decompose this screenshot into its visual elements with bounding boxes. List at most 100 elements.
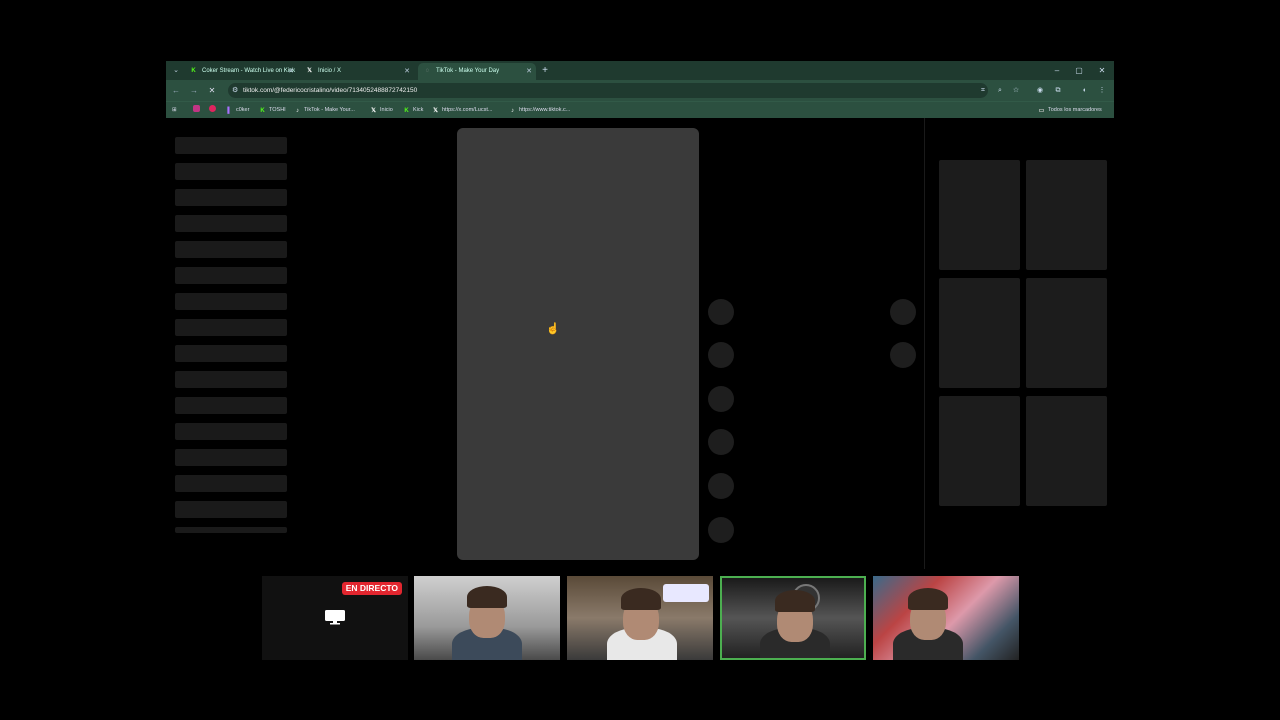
tab-label: Inicio / X bbox=[318, 68, 342, 74]
youtube-icon bbox=[209, 105, 216, 112]
tab-inicio-x[interactable]: 𝕏 Inicio / X ✕ bbox=[300, 63, 414, 80]
bookmark-youtube[interactable] bbox=[209, 102, 219, 118]
skeleton-nav-item bbox=[175, 501, 287, 518]
skeleton-nav-item bbox=[175, 215, 287, 232]
site-info-icon[interactable]: ⚙ bbox=[232, 83, 238, 98]
bookmark-kick[interactable]: K Kick bbox=[403, 102, 423, 118]
tab-bar: ⌄ K Coker Stream - Watch Live on Kick ✕ … bbox=[166, 61, 1114, 80]
webcam-feed-selected[interactable] bbox=[720, 576, 866, 660]
x-icon: 𝕏 bbox=[433, 108, 438, 114]
bookmark-instagram[interactable] bbox=[193, 102, 203, 118]
skeleton-nav-up-button bbox=[890, 299, 916, 325]
bookmark-toshi[interactable]: K TOSHI bbox=[259, 102, 285, 118]
skeleton-action-button bbox=[708, 386, 734, 412]
neon-sign bbox=[663, 584, 709, 602]
kick-icon: K bbox=[260, 108, 265, 114]
bookmarks-bar: ⊞ ▌ c0ker K TOSHI ♪ TikTok - Make Your... 𝕏… bbox=[166, 101, 1114, 118]
tab-label: Coker Stream - Watch Live on Kick bbox=[202, 68, 296, 74]
tab-coker-stream[interactable]: K Coker Stream - Watch Live on Kick ✕ bbox=[184, 63, 298, 80]
tiktok-icon: ♪ bbox=[511, 108, 514, 114]
menu-dots-icon[interactable]: ⋮ bbox=[1095, 83, 1109, 98]
x-icon: 𝕏 bbox=[371, 108, 376, 114]
skeleton-thumbnail bbox=[1026, 278, 1107, 388]
webcam-strip: EN DIRECTO bbox=[0, 574, 1280, 662]
bookmark-tiktok-link[interactable]: ♪ https://www.tiktok.c... bbox=[509, 102, 570, 118]
skeleton-thumbnail bbox=[1026, 396, 1107, 506]
close-window-button[interactable]: ✕ bbox=[1091, 63, 1113, 78]
maximize-button[interactable]: ▢ bbox=[1068, 63, 1090, 78]
skeleton-thumbnail bbox=[939, 278, 1020, 388]
skeleton-nav-item bbox=[175, 345, 287, 362]
skeleton-nav-item bbox=[175, 163, 287, 180]
bookmark-tiktok[interactable]: ♪ TikTok - Make Your... bbox=[294, 102, 355, 118]
pointer-cursor-icon: ☝ bbox=[546, 323, 560, 335]
bookmark-x-link[interactable]: 𝕏https://x.com/Lucst... bbox=[432, 102, 492, 118]
skeleton-nav-item bbox=[175, 527, 287, 533]
close-icon[interactable]: ✕ bbox=[288, 63, 294, 80]
skeleton-thumbnail bbox=[939, 396, 1020, 506]
twitch-icon: ▌ bbox=[227, 108, 232, 114]
address-bar[interactable]: ⚙ tiktok.com/@federicocristalino/video/7… bbox=[228, 83, 988, 98]
skeleton-nav-item bbox=[175, 423, 287, 440]
bookmark-inicio[interactable]: 𝕏 Inicio bbox=[370, 102, 393, 118]
minimize-button[interactable]: – bbox=[1046, 63, 1068, 78]
skeleton-nav-item bbox=[175, 371, 287, 388]
x-icon: 𝕏 bbox=[307, 68, 312, 74]
skeleton-action-button bbox=[708, 473, 734, 499]
person-hair bbox=[467, 586, 507, 608]
kick-icon: K bbox=[404, 108, 409, 114]
forward-arrow-icon[interactable]: → bbox=[187, 83, 201, 98]
skeleton-action-button bbox=[708, 299, 734, 325]
skeleton-action-button bbox=[708, 517, 734, 543]
skeleton-nav-item bbox=[175, 449, 287, 466]
skeleton-nav-down-button bbox=[890, 342, 916, 368]
live-badge: EN DIRECTO bbox=[341, 582, 402, 595]
stop-loading-icon[interactable]: ✕ bbox=[205, 83, 219, 98]
back-arrow-icon[interactable]: ← bbox=[169, 83, 183, 98]
url-text: tiktok.com/@federicocristalino/video/713… bbox=[243, 87, 418, 94]
person-hair bbox=[908, 588, 948, 610]
close-icon[interactable]: ✕ bbox=[526, 63, 532, 80]
skeleton-nav-item bbox=[175, 475, 287, 492]
person-hair bbox=[621, 588, 661, 610]
skeleton-nav-item bbox=[175, 189, 287, 206]
bookmark-c0ker[interactable]: ▌ c0ker bbox=[226, 102, 249, 118]
skeleton-nav-item bbox=[175, 241, 287, 258]
kick-icon: K bbox=[191, 68, 196, 74]
apps-grid-icon[interactable]: ⊞ bbox=[172, 102, 177, 118]
profile-avatar-icon[interactable]: ◐ bbox=[1078, 83, 1092, 98]
zoom-icon[interactable]: ⌕ bbox=[993, 83, 1007, 98]
all-bookmarks-folder[interactable]: ▭ Todos los marcadores bbox=[1038, 102, 1102, 118]
webcam-feed[interactable] bbox=[414, 576, 560, 660]
skeleton-nav-item bbox=[175, 137, 287, 154]
close-icon[interactable]: ✕ bbox=[404, 63, 410, 80]
monitor-icon bbox=[325, 610, 345, 625]
new-tab-button[interactable]: + bbox=[538, 63, 552, 78]
tab-tiktok[interactable]: ◌ TikTok - Make Your Day ✕ bbox=[418, 63, 536, 80]
page-content: ☝ bbox=[166, 118, 1114, 569]
webcam-feed[interactable] bbox=[567, 576, 713, 660]
tab-search-dropdown[interactable]: ⌄ bbox=[170, 64, 182, 77]
skeleton-nav-item bbox=[175, 319, 287, 336]
skeleton-action-button bbox=[708, 342, 734, 368]
browser-toolbar: ← → ✕ ⚙ tiktok.com/@federicocristalino/v… bbox=[166, 80, 1114, 101]
translate-icon[interactable]: ⌗ bbox=[976, 83, 990, 98]
skeleton-thumbnail bbox=[939, 160, 1020, 270]
folder-icon: ▭ bbox=[1038, 108, 1045, 114]
video-player-placeholder[interactable]: ☝ bbox=[457, 128, 699, 560]
browser-window: ⌄ K Coker Stream - Watch Live on Kick ✕ … bbox=[166, 61, 1114, 569]
skeleton-nav-item bbox=[175, 267, 287, 284]
skeleton-nav-item bbox=[175, 293, 287, 310]
bookmark-star-icon[interactable]: ☆ bbox=[1009, 83, 1023, 98]
skeleton-action-button bbox=[708, 429, 734, 455]
skeleton-thumbnail bbox=[1026, 160, 1107, 270]
instagram-icon bbox=[193, 105, 200, 112]
extensions-puzzle-icon[interactable]: ⧉ bbox=[1051, 83, 1065, 98]
tab-label: TikTok - Make Your Day bbox=[436, 68, 500, 74]
sidebar-divider bbox=[924, 118, 925, 569]
extension-icon[interactable]: ◉ bbox=[1033, 83, 1047, 98]
screen-share-tile[interactable]: EN DIRECTO bbox=[262, 576, 408, 660]
webcam-feed[interactable] bbox=[873, 576, 1019, 660]
skeleton-nav-item bbox=[175, 397, 287, 414]
tiktok-icon: ♪ bbox=[296, 108, 299, 114]
